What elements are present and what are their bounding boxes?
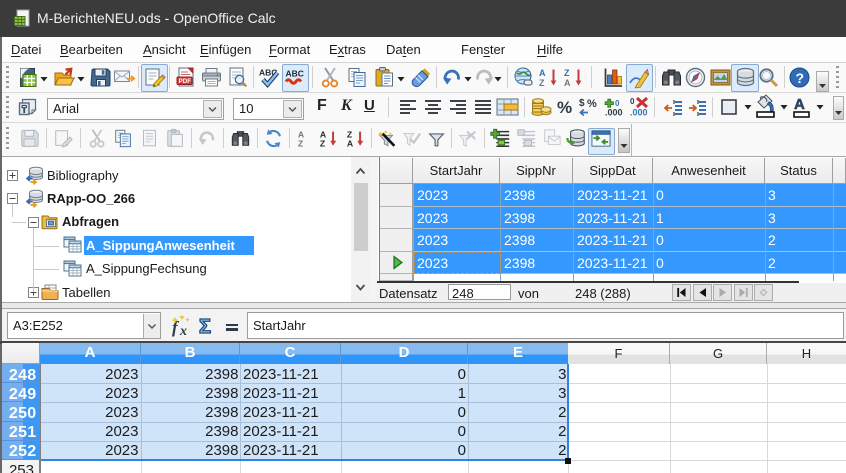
svg-text:?: ?: [796, 70, 805, 86]
svg-text:Z: Z: [564, 68, 570, 78]
svg-text:$: $: [579, 98, 585, 109]
svg-text:A: A: [564, 78, 571, 88]
svg-text:%: %: [587, 98, 597, 110]
svg-text:.000: .000: [605, 108, 623, 118]
svg-text:.000: .000: [630, 108, 648, 118]
svg-text:0: 0: [630, 97, 635, 106]
svg-text:PDF: PDF: [179, 78, 192, 85]
svg-text:x: x: [179, 324, 187, 338]
svg-text:%: %: [557, 98, 572, 117]
svg-text:Z: Z: [298, 139, 304, 149]
svg-text:A: A: [539, 68, 546, 78]
svg-text:A: A: [794, 96, 805, 113]
svg-text:Z: Z: [320, 139, 326, 149]
svg-text:Σ: Σ: [199, 316, 211, 337]
svg-text:Z: Z: [539, 78, 545, 88]
svg-text:A: A: [347, 139, 354, 149]
svg-text:ABC: ABC: [286, 69, 304, 79]
